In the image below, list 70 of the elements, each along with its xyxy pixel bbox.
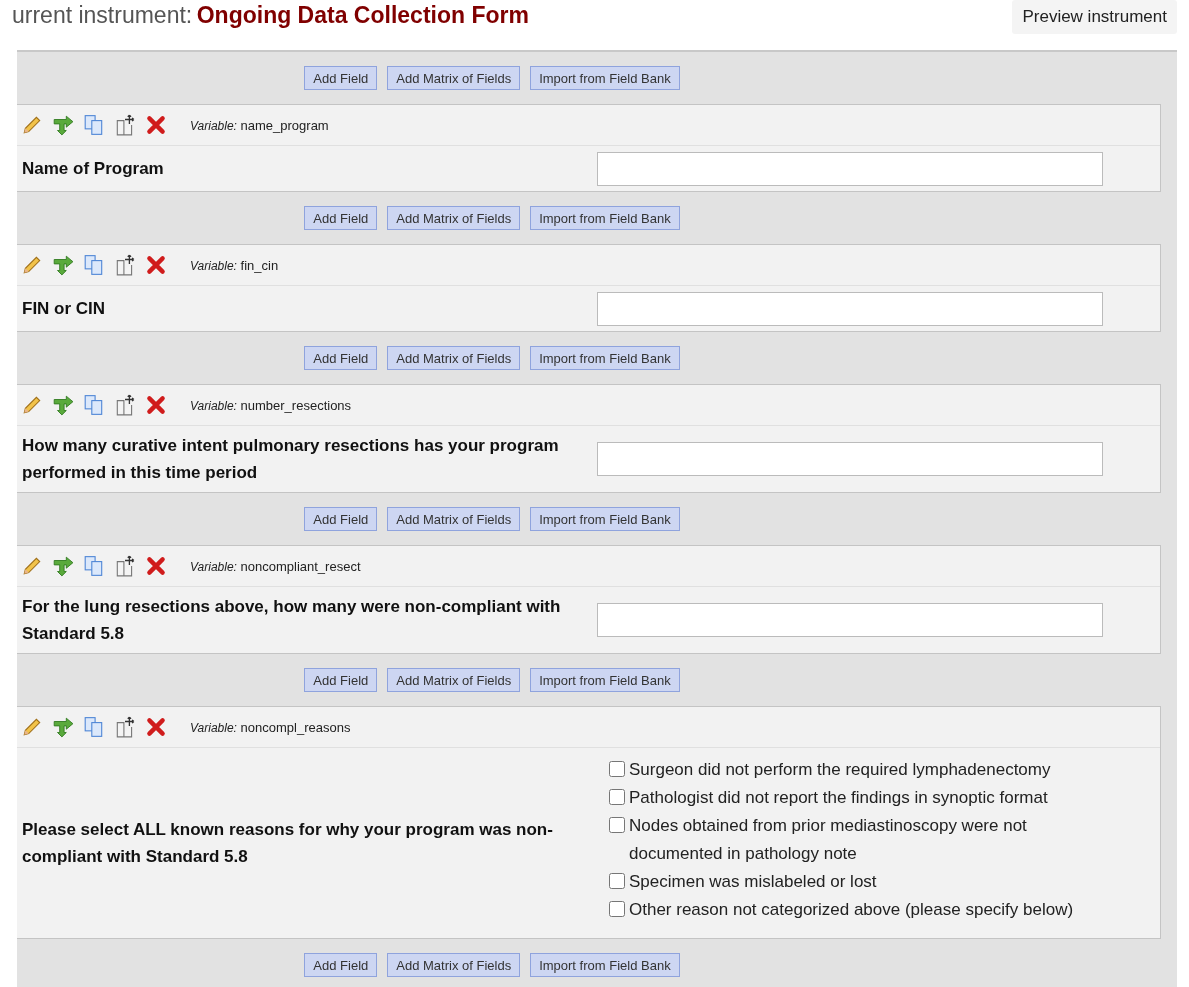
field-label: Name of Program (21, 158, 165, 180)
add-field-button[interactable]: Import from Field Bank (530, 66, 680, 90)
delete-icon[interactable] (145, 114, 167, 136)
add-field-button[interactable]: Add Matrix of Fields (387, 346, 521, 370)
pencil-icon[interactable] (21, 114, 43, 136)
option-label: Surgeon did not perform the required lymphadenectomy (629, 759, 1051, 781)
branch-arrow-icon[interactable] (52, 394, 74, 416)
variable-name: Variable: name_program (190, 117, 329, 133)
add-field-button[interactable]: Add Matrix of Fields (387, 668, 521, 692)
copy-icon[interactable] (83, 394, 105, 416)
variable-name: Variable: noncompliant_resect (190, 558, 361, 574)
add-field-button[interactable]: Add Field (304, 66, 378, 90)
text-input-field[interactable] (597, 442, 1103, 476)
checkbox[interactable] (609, 901, 625, 917)
checkbox[interactable] (609, 789, 625, 805)
instrument-title: Ongoing Data Collection Form (196, 2, 529, 28)
field-label: For the lung resections above, how many were non-compliant with Standard 5.8 (21, 596, 562, 645)
add-field-button[interactable]: Add Matrix of Fields (387, 206, 521, 230)
move-page-icon[interactable] (114, 114, 136, 136)
checkbox[interactable] (609, 873, 625, 889)
text-input-field[interactable] (597, 291, 1103, 326)
delete-icon[interactable] (145, 394, 167, 416)
text-input-field[interactable] (597, 151, 1103, 186)
delete-icon[interactable] (145, 254, 167, 276)
field-label: FIN or CIN (21, 298, 107, 320)
pencil-icon[interactable] (21, 555, 43, 577)
add-field-button[interactable]: Import from Field Bank (530, 206, 680, 230)
move-page-icon[interactable] (114, 716, 136, 738)
add-field-button[interactable]: Add Field (304, 346, 378, 370)
add-field-button[interactable]: Add Field (304, 668, 378, 692)
add-field-button[interactable]: Add Matrix of Fields (387, 953, 521, 977)
branch-arrow-icon[interactable] (52, 254, 74, 276)
branch-arrow-icon[interactable] (52, 555, 74, 577)
branch-arrow-icon[interactable] (52, 716, 74, 738)
add-field-button[interactable]: Import from Field Bank (530, 953, 680, 977)
pencil-icon[interactable] (21, 716, 43, 738)
checkbox[interactable] (609, 761, 625, 777)
preview-instrument-button[interactable]: Preview instrument (1012, 0, 1177, 34)
field-label: Please select ALL known reasons for why your program was non-compliant with Standard 5.8 (21, 819, 554, 868)
branch-arrow-icon[interactable] (52, 114, 74, 136)
move-page-icon[interactable] (114, 254, 136, 276)
add-field-button[interactable]: Add Field (304, 206, 378, 230)
add-field-button[interactable]: Import from Field Bank (530, 668, 680, 692)
option-label: Pathologist did not report the findings in synoptic format (629, 787, 1048, 809)
checkbox[interactable] (609, 817, 625, 833)
option-label: Other reason not categorized above (please specify below) (629, 899, 1074, 921)
delete-icon[interactable] (145, 555, 167, 577)
variable-name: Variable: number_resections (190, 397, 352, 413)
copy-icon[interactable] (83, 555, 105, 577)
option-label: Nodes obtained from prior mediastinoscopy were not documented in pathology note (629, 815, 1028, 865)
pencil-icon[interactable] (21, 254, 43, 276)
move-page-icon[interactable] (114, 555, 136, 577)
variable-name: Variable: fin_cin (190, 257, 279, 273)
copy-icon[interactable] (83, 254, 105, 276)
add-field-button[interactable]: Import from Field Bank (530, 346, 680, 370)
instrument-prefix: urrent instrument: (12, 2, 193, 28)
variable-name: Variable: noncompl_reasons (190, 719, 351, 735)
add-field-button[interactable]: Import from Field Bank (530, 507, 680, 531)
move-page-icon[interactable] (114, 394, 136, 416)
text-input-field[interactable] (597, 603, 1103, 637)
add-field-button[interactable]: Add Matrix of Fields (387, 66, 521, 90)
delete-icon[interactable] (145, 716, 167, 738)
pencil-icon[interactable] (21, 394, 43, 416)
add-field-button[interactable]: Add Matrix of Fields (387, 507, 521, 531)
add-field-button[interactable]: Add Field (304, 953, 378, 977)
field-label: How many curative intent pulmonary resections has your program performed in this time period (21, 435, 560, 484)
copy-icon[interactable] (83, 114, 105, 136)
add-field-button[interactable]: Add Field (304, 507, 378, 531)
copy-icon[interactable] (83, 716, 105, 738)
option-label: Specimen was mislabeled or lost (629, 871, 877, 893)
